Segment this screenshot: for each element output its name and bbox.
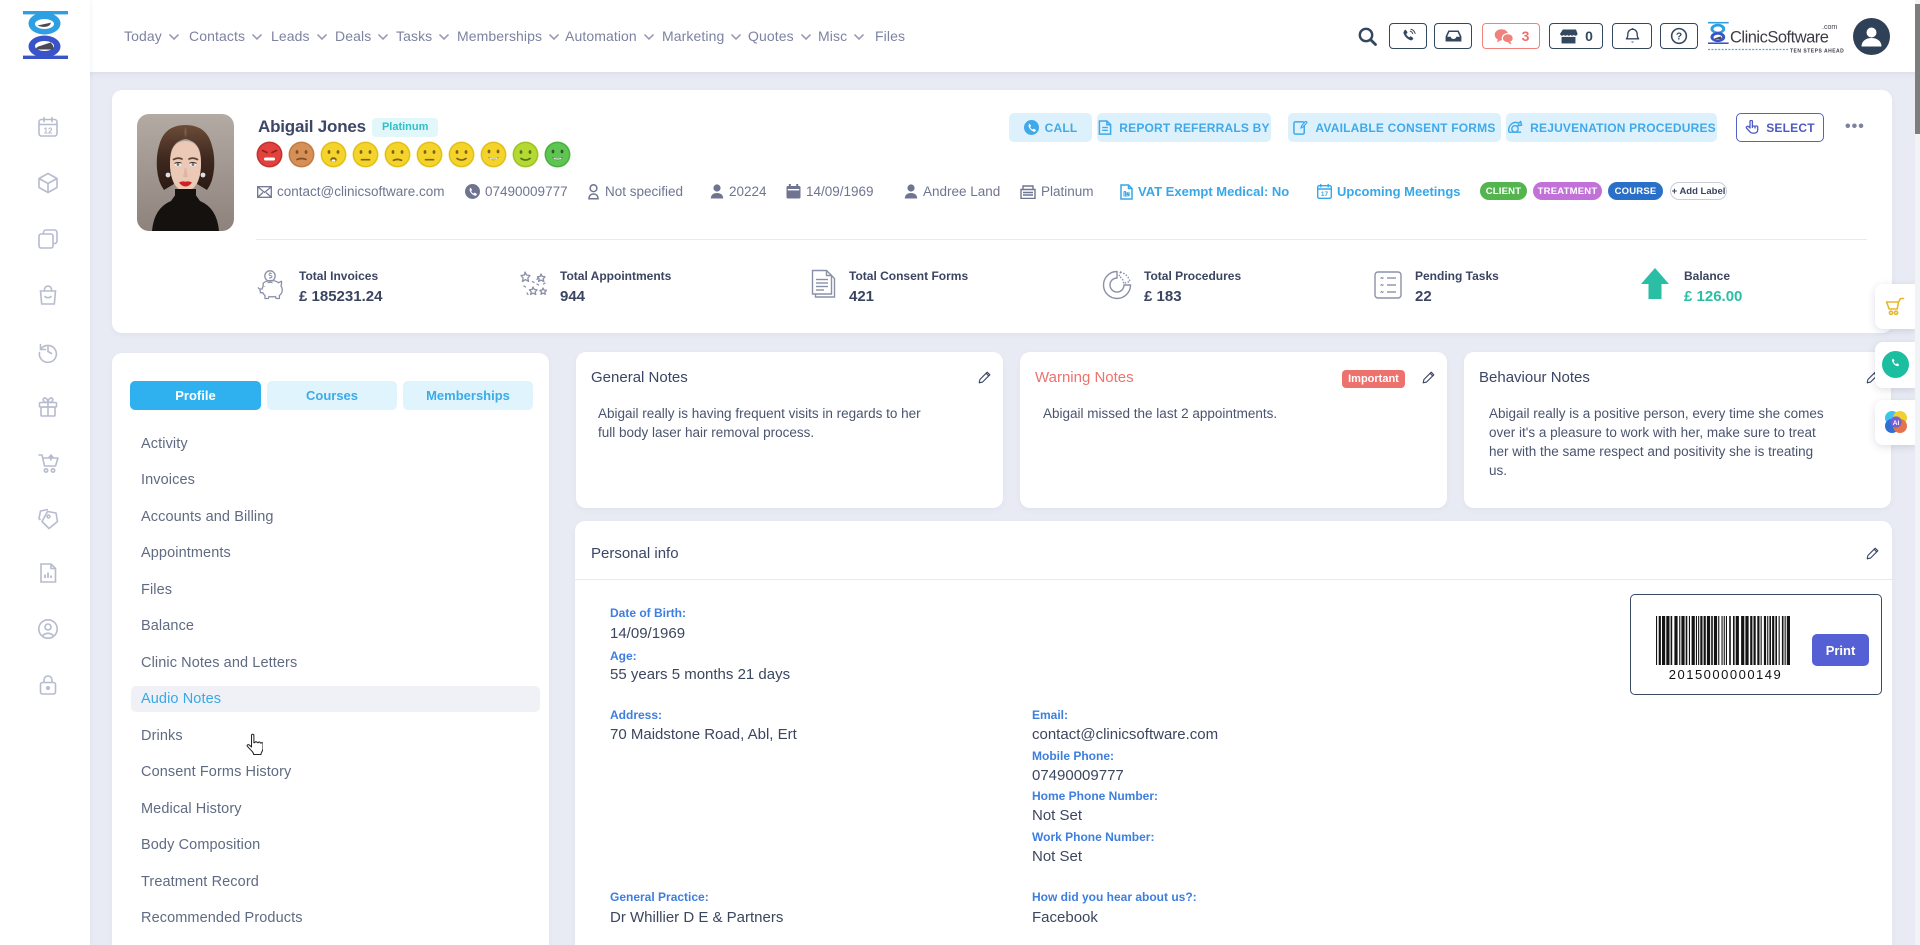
svg-text:.com: .com	[1822, 24, 1837, 31]
svg-text:17: 17	[1321, 191, 1329, 198]
svg-text:12: 12	[44, 127, 53, 136]
svg-text:?: ?	[1676, 32, 1682, 43]
svg-text:AI: AI	[1893, 420, 1900, 427]
svg-text:TEN STEPS AHEAD: TEN STEPS AHEAD	[1790, 49, 1844, 55]
svg-text:ClinicSoftware: ClinicSoftware	[1730, 29, 1829, 47]
